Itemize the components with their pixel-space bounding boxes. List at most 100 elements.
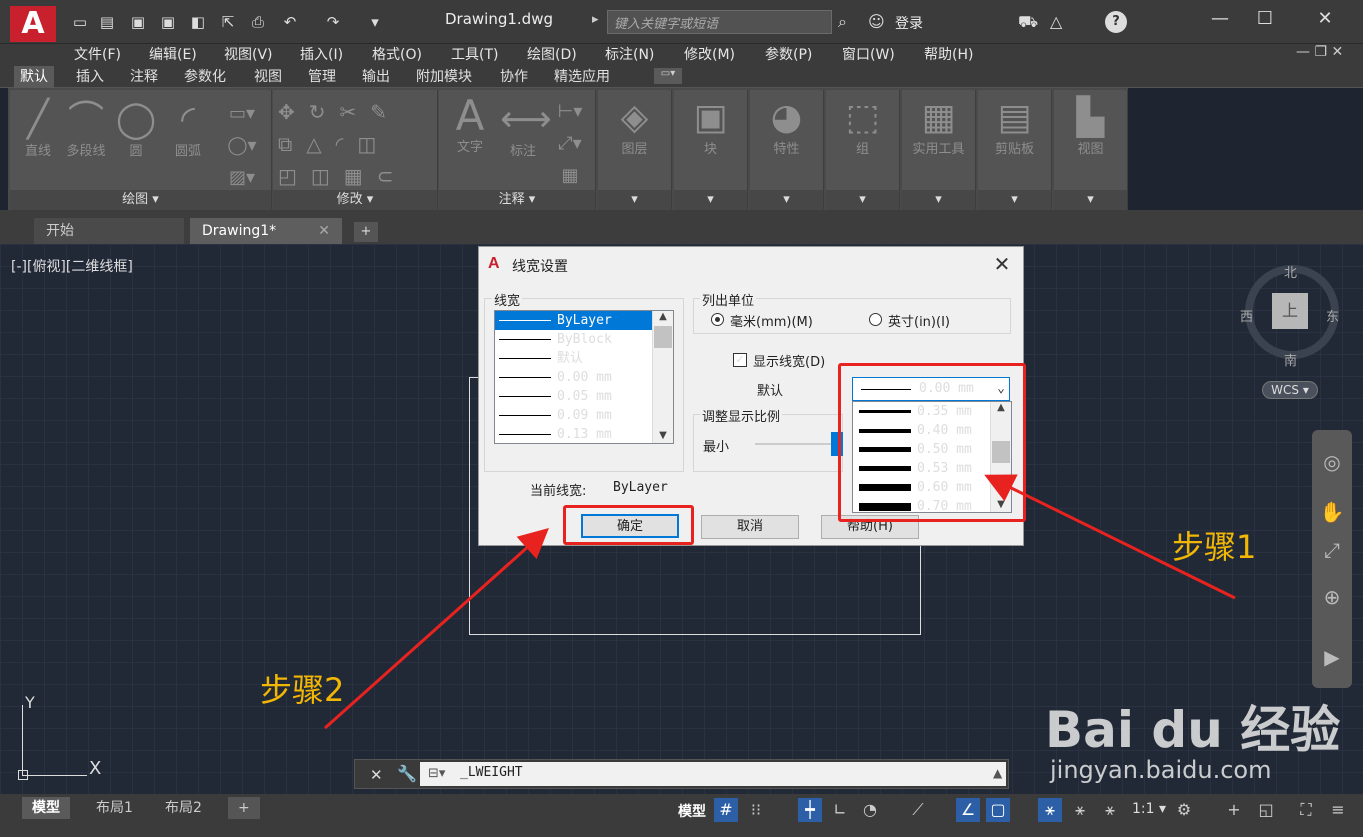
command-prompt-icon[interactable]: ⊟▾ <box>428 766 458 784</box>
qat-dropdown-icon[interactable]: ▾ <box>365 12 385 32</box>
tab-manage[interactable]: 管理 <box>302 66 342 88</box>
cart-icon[interactable]: ⛟ <box>1018 12 1038 33</box>
workspace-gear-icon[interactable]: ⚙ <box>1172 798 1196 822</box>
dynamic-input-icon[interactable]: ┿ <box>798 798 822 822</box>
layout-tab-model[interactable]: 模型 <box>22 797 70 819</box>
menu-window[interactable]: 窗口(W) <box>842 44 895 66</box>
lineweight-scrollbar[interactable]: ▲ ▼ <box>652 311 673 443</box>
customize-menu-icon[interactable]: ≡ <box>1326 798 1350 822</box>
menu-file[interactable]: 文件(F) <box>74 44 121 66</box>
modify-tools[interactable]: ✥↻✂✎ ⧉△◜◫ ◰◫▦⊂ <box>278 96 434 192</box>
tab-annotate[interactable]: 注释 <box>124 66 164 88</box>
text-tool[interactable]: A 文字 <box>448 95 492 156</box>
utilities-panel[interactable]: ▦ 实用工具 ▾ <box>902 90 976 210</box>
model-space-toggle[interactable]: 模型 <box>678 801 706 821</box>
menu-dimension[interactable]: 标注(N) <box>605 44 654 66</box>
tab-insert[interactable]: 插入 <box>70 66 110 88</box>
layout-tab-1[interactable]: 布局1 <box>86 797 143 819</box>
circle-tool[interactable]: ◯ 圆 <box>114 100 158 160</box>
compass-west[interactable]: 西 <box>1240 306 1253 325</box>
clipboard-panel[interactable]: ▤ 剪贴板 ▾ <box>978 90 1052 210</box>
autodesk-app-icon[interactable]: △ <box>1050 12 1062 31</box>
help-icon[interactable]: ? <box>1105 11 1127 33</box>
snap-icon[interactable]: ⁝⁝ <box>744 798 768 822</box>
layers-panel[interactable]: ◈ 图层 ▾ <box>598 90 672 210</box>
tab-featured-apps[interactable]: 精选应用 <box>548 66 616 88</box>
scale-selector[interactable]: 1:1 ▾ <box>1132 801 1166 817</box>
close-icon[interactable]: ✕ <box>1310 6 1340 32</box>
isolate-objects-icon[interactable]: ◱ <box>1254 798 1278 822</box>
annotation-panel-title[interactable]: 注释 ▾ <box>439 190 595 210</box>
groups-panel[interactable]: ⬚ 组 ▾ <box>826 90 900 210</box>
menu-parametric[interactable]: 参数(P) <box>765 44 812 66</box>
object-snap-icon[interactable]: ▢ <box>986 798 1010 822</box>
list-item[interactable]: 0.13 mm <box>495 425 673 443</box>
save-icon[interactable]: ▣ <box>128 12 148 32</box>
list-item[interactable]: 0.05 mm <box>495 387 673 406</box>
lineweight-list[interactable]: ByLayer ByBlock 默认 0.00 mm 0.05 mm 0.09 … <box>494 310 674 444</box>
menu-draw[interactable]: 绘图(D) <box>527 44 577 66</box>
menu-insert[interactable]: 插入(I) <box>300 44 343 66</box>
tab-parametric[interactable]: 参数化 <box>178 66 232 88</box>
open-file-icon[interactable]: ▤ <box>97 12 117 32</box>
list-item[interactable]: 默认 <box>495 349 673 368</box>
list-item[interactable]: ByLayer <box>495 311 673 330</box>
list-item[interactable]: 0.00 mm <box>495 368 673 387</box>
properties-panel[interactable]: ◕ 特性 ▾ <box>750 90 824 210</box>
block-panel[interactable]: ▣ 块 ▾ <box>674 90 748 210</box>
doc-window-controls[interactable]: — ❐ ✕ <box>1296 44 1343 60</box>
tab-output[interactable]: 输出 <box>356 66 396 88</box>
unit-inch-label[interactable]: 英寸(in)(I) <box>888 311 950 330</box>
login-button[interactable]: 登录 <box>895 13 923 33</box>
list-item[interactable]: ByBlock <box>495 330 673 349</box>
auto-scale-icon[interactable]: ⚹ <box>1068 798 1092 822</box>
pan-icon[interactable]: ✋ <box>1316 500 1348 528</box>
polyline-tool[interactable]: ⌒ 多段线 <box>62 100 110 160</box>
zoom-extents-icon[interactable]: ⤢ <box>1316 538 1348 566</box>
close-tab-icon[interactable]: ✕ <box>318 218 330 244</box>
search-expand-icon[interactable]: ▸ <box>592 12 599 27</box>
draw-small-tools[interactable]: ▭▾ ◯▾ ▨▾ <box>222 98 262 194</box>
list-item[interactable]: 0.09 mm <box>495 406 673 425</box>
show-lineweight-label[interactable]: 显示线宽(D) <box>753 351 825 370</box>
steering-wheel-icon[interactable]: ◎ <box>1316 450 1348 478</box>
customize-cmd-icon[interactable]: 🔧 <box>397 764 417 783</box>
annot-small-tools[interactable]: ⊢▾ ⤢▾ ▦ <box>550 96 590 192</box>
unit-inch-radio[interactable] <box>869 313 882 326</box>
layout-tab-2[interactable]: 布局2 <box>155 797 212 819</box>
fullscreen-icon[interactable]: ⛶ <box>1294 798 1318 822</box>
modify-panel-title[interactable]: 修改 ▾ <box>273 190 437 210</box>
viewcube-top[interactable]: 上 <box>1272 293 1308 329</box>
compass-east[interactable]: 东 <box>1326 306 1339 325</box>
orbit-icon[interactable]: ⊕ <box>1316 585 1348 613</box>
showmotion-icon[interactable]: ▶ <box>1316 645 1348 673</box>
show-lineweight-checkbox[interactable]: ✓ <box>733 353 747 367</box>
arc-tool[interactable]: ◜ 圆弧 <box>166 100 210 160</box>
add-layout-button[interactable]: + <box>228 797 260 819</box>
object-snap-tracking-icon[interactable]: ∠ <box>956 798 980 822</box>
scale-slider-track[interactable] <box>755 443 843 445</box>
menu-format[interactable]: 格式(O) <box>372 44 422 66</box>
menu-edit[interactable]: 编辑(E) <box>149 44 197 66</box>
cancel-button[interactable]: 取消 <box>701 515 799 539</box>
menu-modify[interactable]: 修改(M) <box>684 44 735 66</box>
user-icon[interactable]: ☺ <box>868 12 885 31</box>
tab-drawing1[interactable]: Drawing1* ✕ <box>190 218 342 244</box>
binoculars-icon[interactable]: ⌕ <box>838 12 847 32</box>
line-tool[interactable]: ╱ 直线 <box>18 100 58 160</box>
polar-icon[interactable]: ◔ <box>858 798 882 822</box>
wcs-menu[interactable]: WCS ▾ <box>1262 381 1318 399</box>
tab-collaborate[interactable]: 协作 <box>494 66 534 88</box>
dimension-tool[interactable]: ⟷ 标注 <box>500 100 552 160</box>
undo-icon[interactable]: ↶ <box>280 12 300 32</box>
close-cmd-icon[interactable]: ✕ <box>370 766 383 784</box>
search-input[interactable]: 键入关键字或短语 <box>607 10 832 34</box>
tab-start[interactable]: 开始 <box>34 218 184 244</box>
viewport-label[interactable]: [-][俯视][二维线框] <box>11 256 133 276</box>
annotation-scale-icon[interactable]: ⚹ <box>1098 798 1122 822</box>
command-input[interactable]: _LWEIGHT <box>420 762 1006 786</box>
tab-default[interactable]: 默认 <box>14 66 54 88</box>
compass-south[interactable]: 南 <box>1284 350 1297 369</box>
autocad-logo[interactable]: A <box>10 6 56 42</box>
unit-mm-radio[interactable] <box>711 313 724 326</box>
